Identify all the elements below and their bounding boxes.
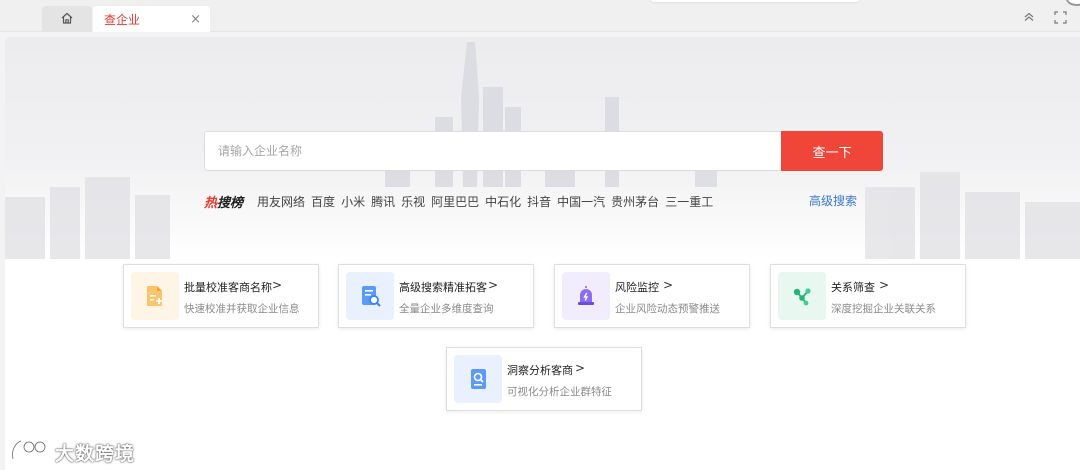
- feature-title: 关系筛查: [831, 281, 875, 294]
- search-button[interactable]: 查一下: [781, 131, 883, 171]
- collapse-up-icon[interactable]: [1021, 9, 1037, 25]
- hot-search-item[interactable]: 中国一汽: [557, 193, 605, 210]
- tab-bar: 查企业 ×: [0, 0, 1080, 32]
- batch-doc-icon: [131, 272, 179, 320]
- chevron-right-icon: >: [575, 361, 586, 375]
- tab-home[interactable]: [42, 6, 92, 32]
- chevron-right-icon: >: [272, 278, 283, 292]
- fullscreen-icon[interactable]: [1052, 9, 1068, 25]
- tab-label: 查企业: [104, 12, 141, 27]
- feature-card-insight-analysis[interactable]: 洞察分析客商 > 可视化分析企业群特征: [446, 347, 642, 411]
- hot-search-item[interactable]: 阿里巴巴: [431, 193, 479, 210]
- feature-title: 批量校准客商名称: [184, 281, 272, 294]
- watermark: 大数跨境: [9, 437, 135, 467]
- hot-search-item[interactable]: 用友网络: [257, 193, 305, 210]
- feature-card-advanced-search[interactable]: 高级搜索精准拓客 > 全量企业多维度查询: [338, 264, 534, 328]
- hot-search-item[interactable]: 乐视: [401, 193, 425, 210]
- feature-desc: 全量企业多维度查询: [399, 303, 494, 315]
- main-panel: 查一下 热搜榜 用友网络 百度 小米 腾讯 乐视 阿里巴巴 中石化 抖音 中国一…: [5, 37, 1080, 470]
- hot-search-logo: 热搜榜: [204, 192, 243, 211]
- watermark-text: 大数跨境: [55, 442, 136, 465]
- feature-card-risk-monitor[interactable]: 风险监控 > 企业风险动态预警推送: [554, 264, 750, 328]
- feature-card-relation-screening[interactable]: 关系筛查 > 深度挖掘企业关联关系: [770, 264, 966, 328]
- insight-search-icon: [454, 355, 502, 403]
- feature-title: 洞察分析客商: [507, 364, 573, 377]
- hot-search-list: 热搜榜 用友网络 百度 小米 腾讯 乐视 阿里巴巴 中石化 抖音 中国一汽 贵州…: [204, 191, 719, 211]
- hot-search-item[interactable]: 腾讯: [371, 193, 395, 210]
- top-search-pill[interactable]: [650, 0, 860, 2]
- company-search-input[interactable]: [204, 131, 784, 171]
- feature-desc: 企业风险动态预警推送: [615, 303, 720, 315]
- hot-search-item[interactable]: 小米: [341, 193, 365, 210]
- feature-desc: 深度挖掘企业关联关系: [831, 303, 936, 315]
- feature-desc: 可视化分析企业群特征: [507, 386, 612, 398]
- hot-search-item[interactable]: 中石化: [485, 193, 521, 210]
- feature-card-batch-calibrate[interactable]: 批量校准客商名称 > 快速校准并获取企业信息: [123, 264, 319, 328]
- chevron-right-icon: >: [879, 278, 890, 292]
- advanced-search-link[interactable]: 高级搜索: [809, 192, 857, 209]
- watermark-logo-icon: [9, 437, 51, 467]
- hot-search-item[interactable]: 百度: [311, 193, 335, 210]
- hot-search-item[interactable]: 抖音: [527, 193, 551, 210]
- alarm-bell-icon: [562, 272, 610, 320]
- feature-desc: 快速校准并获取企业信息: [184, 303, 300, 315]
- tab-close-icon[interactable]: ×: [190, 12, 201, 27]
- doc-search-icon: [346, 272, 394, 320]
- feature-title: 高级搜索精准拓客: [399, 281, 487, 294]
- avatar[interactable]: [1066, 0, 1080, 6]
- hot-logo-suffix: 搜榜: [217, 195, 244, 211]
- hot-search-item[interactable]: 贵州茅台: [611, 193, 659, 210]
- hot-search-item[interactable]: 三一重工: [665, 193, 713, 210]
- home-icon: [60, 10, 74, 29]
- feature-title: 风险监控: [615, 281, 659, 294]
- tab-company-search[interactable]: 查企业 ×: [93, 6, 210, 32]
- chevron-right-icon: >: [663, 278, 674, 292]
- hot-logo-prefix: 热: [204, 195, 218, 211]
- relation-graph-icon: [778, 272, 826, 320]
- chevron-right-icon: >: [488, 278, 499, 292]
